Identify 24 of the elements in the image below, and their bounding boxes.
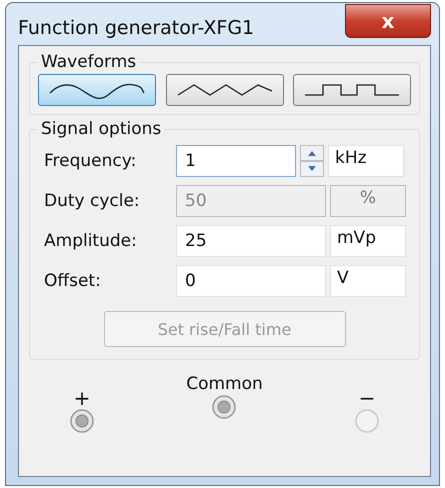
terminal-icon[interactable]	[211, 394, 238, 420]
field-label: Frequency:	[43, 151, 138, 171]
field-label: Duty cycle:	[43, 191, 141, 211]
waveform-button[interactable]	[166, 74, 284, 106]
window-title: Function generator-XFG1	[18, 17, 254, 39]
spinner-control[interactable]	[300, 145, 324, 177]
waveform-button[interactable]	[38, 74, 156, 106]
close-button[interactable]: x	[345, 4, 431, 38]
unit-label: kHz	[328, 145, 404, 177]
unit-label: V	[330, 265, 406, 297]
terminal-icon[interactable]	[69, 408, 95, 434]
terminal-label: −	[358, 388, 376, 408]
terminal-label: Common	[186, 374, 263, 394]
field-label: Offset:	[43, 271, 102, 291]
input-field[interactable]: 0	[176, 265, 326, 297]
group-title: Signal options	[40, 119, 162, 139]
waveform-button[interactable]	[293, 74, 411, 106]
group-title: Waveforms	[40, 52, 138, 72]
field-label: Amplitude:	[43, 231, 138, 251]
unit-label: mVp	[330, 225, 406, 257]
input-field[interactable]: 1	[176, 145, 296, 177]
terminal-label: +	[74, 388, 90, 408]
unit-label: %	[330, 185, 406, 217]
input-field[interactable]: 25	[176, 225, 326, 257]
